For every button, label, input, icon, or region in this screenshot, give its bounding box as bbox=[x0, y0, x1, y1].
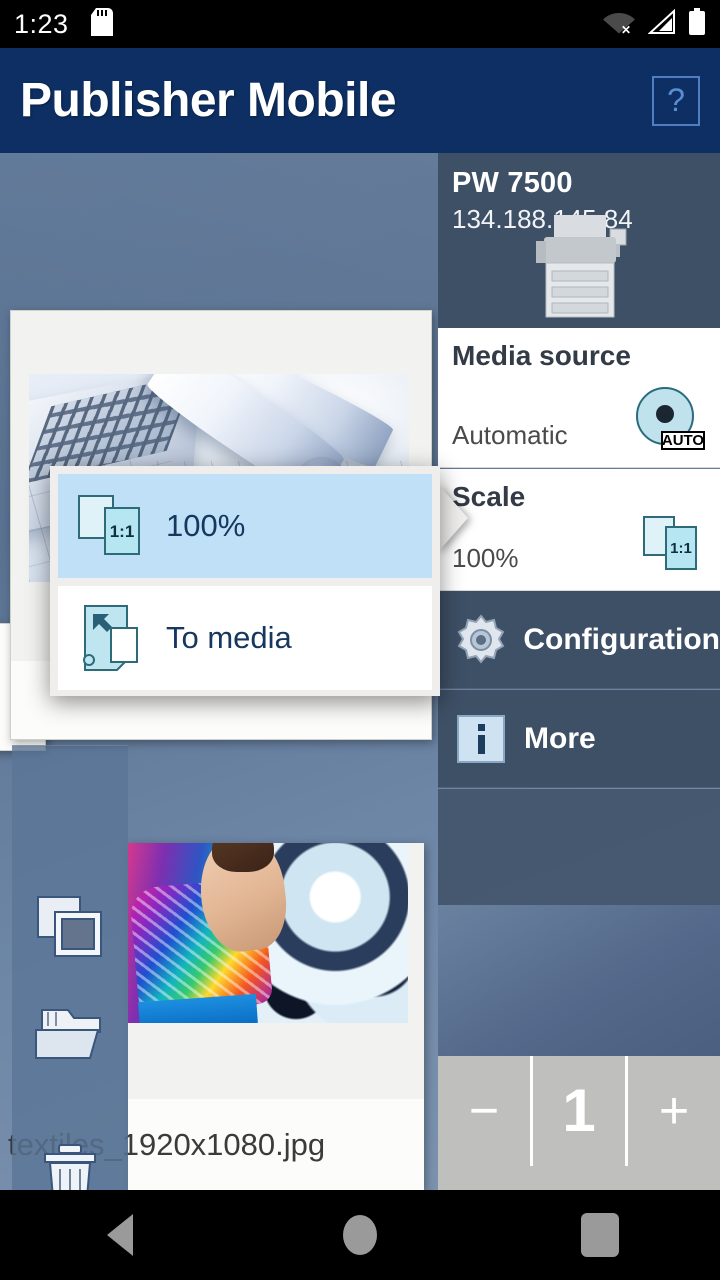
trash-icon bbox=[39, 1143, 101, 1190]
cellular-signal-icon bbox=[647, 8, 676, 40]
home-icon bbox=[343, 1215, 377, 1255]
popup-option-to-media[interactable]: To media bbox=[58, 586, 432, 690]
option-scale[interactable]: Scale 100% 1:1 bbox=[438, 469, 720, 591]
page-title: Publisher Mobile bbox=[20, 74, 397, 127]
to-media-icon bbox=[58, 604, 166, 672]
nav-home-button[interactable] bbox=[300, 1190, 420, 1280]
open-folder-button[interactable] bbox=[12, 982, 128, 1088]
right-panel-filler bbox=[438, 789, 720, 905]
app-screen: 1:23 ✕ Publisher Mobile ? (textiles_192… bbox=[0, 0, 720, 1280]
media-source-title: Media source bbox=[452, 340, 631, 371]
scale-1to1-icon: 1:1 bbox=[58, 494, 166, 558]
status-bar: 1:23 ✕ bbox=[0, 0, 720, 48]
popup-option-100-percent[interactable]: 1:1 100% bbox=[58, 474, 432, 578]
textile-card-caption-bar: textiles_1920x1080.jpg bbox=[8, 1099, 424, 1190]
document-card-textile[interactable]: textiles_1920x1080.jpg bbox=[8, 843, 424, 1190]
status-icons: ✕ bbox=[602, 7, 706, 41]
help-icon: ? bbox=[667, 82, 685, 118]
copy-pages-icon bbox=[37, 895, 103, 963]
plus-icon: + bbox=[658, 1082, 690, 1140]
popup-option-label: 100% bbox=[166, 508, 246, 543]
previous-card-caption: ( bbox=[21, 667, 33, 706]
recents-icon bbox=[581, 1213, 619, 1257]
tool-rail bbox=[12, 745, 128, 1190]
printer-info[interactable]: PW 7500 134.188.145.84 bbox=[438, 153, 720, 328]
battery-full-icon bbox=[688, 7, 706, 41]
help-button[interactable]: ? bbox=[652, 75, 700, 126]
nav-recents-button[interactable] bbox=[540, 1190, 660, 1280]
info-icon bbox=[438, 714, 524, 764]
nav-back-button[interactable] bbox=[60, 1190, 180, 1280]
printer-name: PW 7500 bbox=[452, 167, 573, 199]
copies-increment-button[interactable]: + bbox=[628, 1056, 720, 1166]
status-clock: 1:23 bbox=[14, 8, 69, 39]
delete-button[interactable] bbox=[12, 1127, 128, 1190]
back-icon bbox=[107, 1214, 133, 1256]
copies-count[interactable]: 1 bbox=[530, 1056, 628, 1166]
open-folder-icon bbox=[34, 1004, 106, 1067]
right-panel: PW 7500 134.188.145.84 Media source Auto… bbox=[438, 153, 720, 1280]
wifi-off-icon: ✕ bbox=[602, 9, 636, 40]
popup-pointer bbox=[438, 484, 468, 552]
copies-decrement-button[interactable]: − bbox=[438, 1056, 530, 1166]
gear-icon bbox=[438, 613, 523, 667]
configuration-label: Configuration bbox=[523, 622, 720, 656]
file-name-label: textiles_1920x1080.jpg bbox=[8, 1127, 326, 1162]
document-card-previous[interactable]: ( bbox=[0, 623, 46, 751]
svg-text:✕: ✕ bbox=[621, 23, 631, 35]
sd-card-icon bbox=[90, 7, 113, 41]
menu-item-configuration[interactable]: Configuration bbox=[438, 591, 720, 689]
scale-1to1-icon: 1:1 bbox=[642, 515, 706, 578]
option-media-source[interactable]: Media source Automatic AUTO bbox=[438, 328, 720, 468]
app-header: Publisher Mobile ? bbox=[0, 48, 720, 153]
more-label: More bbox=[524, 721, 596, 755]
svg-text:AUTO: AUTO bbox=[662, 432, 705, 449]
copy-pages-button[interactable] bbox=[12, 876, 128, 982]
textile-thumbnail bbox=[128, 843, 408, 1023]
menu-item-more[interactable]: More bbox=[438, 690, 720, 788]
minus-icon: − bbox=[468, 1082, 500, 1140]
svg-text:1:1: 1:1 bbox=[670, 540, 692, 557]
media-source-value: Automatic bbox=[452, 420, 568, 450]
media-auto-roll-icon: AUTO bbox=[632, 386, 706, 455]
right-panel-background bbox=[438, 905, 720, 1056]
scale-options-popup: 1:1 100% To media bbox=[50, 466, 440, 696]
copies-count-value: 1 bbox=[562, 1077, 596, 1144]
svg-text:1:1: 1:1 bbox=[110, 522, 135, 541]
popup-option-label: To media bbox=[166, 620, 292, 655]
android-nav-bar bbox=[0, 1190, 720, 1280]
copies-stepper: − 1 + bbox=[438, 1056, 720, 1166]
printer-icon bbox=[528, 213, 632, 324]
